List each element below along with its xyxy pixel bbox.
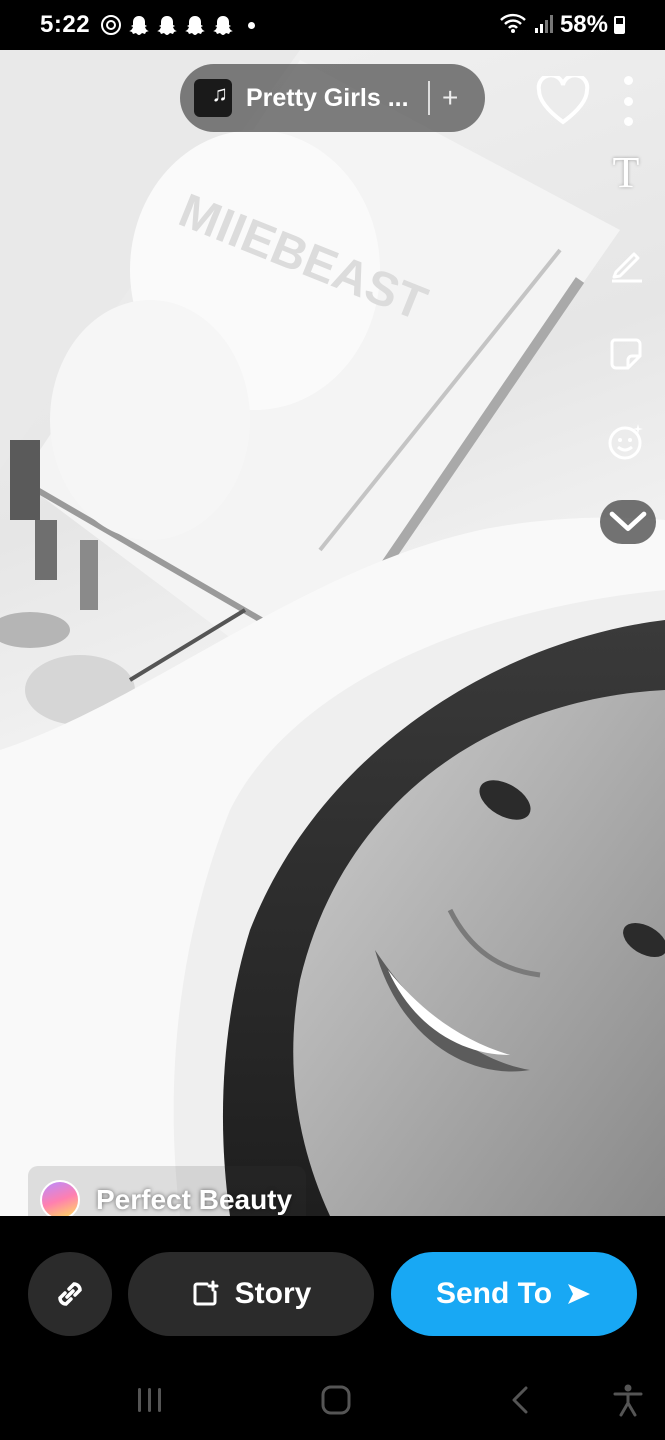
accessibility-icon[interactable] bbox=[608, 1380, 648, 1420]
dot-icon bbox=[248, 21, 256, 29]
battery-percent: 58% bbox=[559, 11, 608, 38]
story-button[interactable]: Story bbox=[128, 1252, 374, 1336]
recents-icon[interactable] bbox=[130, 1380, 170, 1420]
chevron-down-icon[interactable] bbox=[600, 500, 656, 544]
sticker-tool-icon[interactable] bbox=[604, 332, 648, 376]
add-music-button[interactable]: + bbox=[442, 84, 458, 112]
notification-icons bbox=[100, 14, 256, 36]
active-lens-chip[interactable]: Perfect Beauty bbox=[28, 1166, 307, 1216]
story-label: Story bbox=[234, 1277, 312, 1310]
signal-icon bbox=[534, 12, 554, 39]
more-options-icon[interactable] bbox=[618, 76, 638, 126]
system-icons: 58% bbox=[498, 11, 625, 39]
photo-image: MIIEBEAST bbox=[0, 50, 665, 1216]
heart-icon[interactable] bbox=[536, 73, 590, 126]
snapchat-icon bbox=[156, 14, 178, 36]
add-story-icon bbox=[193, 1280, 219, 1306]
music-note-icon: ♫ bbox=[211, 81, 229, 106]
attach-link-button[interactable] bbox=[28, 1252, 112, 1336]
back-icon[interactable] bbox=[502, 1380, 542, 1420]
snapchat-icon bbox=[184, 14, 206, 36]
status-time: 5:22 bbox=[40, 11, 91, 38]
snap-preview[interactable]: MIIEBEAST ♫ Pretty Girls ... + T Perfect… bbox=[0, 50, 665, 1216]
threads-icon bbox=[100, 14, 122, 36]
wifi-icon bbox=[498, 12, 528, 39]
action-bar: Story Send To bbox=[0, 1216, 665, 1356]
send-to-button[interactable]: Send To bbox=[391, 1252, 637, 1336]
music-title: Pretty Girls ... bbox=[246, 83, 409, 112]
lens-tool-icon[interactable] bbox=[604, 420, 648, 464]
send-to-label: Send To bbox=[435, 1277, 553, 1310]
battery-icon bbox=[614, 16, 625, 34]
lens-icon bbox=[40, 1180, 80, 1216]
send-arrow-icon bbox=[568, 1284, 591, 1304]
home-icon[interactable] bbox=[316, 1380, 356, 1420]
status-bar: 5:22 58% bbox=[0, 0, 665, 50]
system-nav-bar bbox=[0, 1356, 665, 1440]
link-icon bbox=[58, 1282, 82, 1306]
music-cover-icon: ♫ bbox=[194, 79, 232, 117]
snapchat-icon bbox=[128, 14, 150, 36]
snapchat-icon bbox=[212, 14, 234, 36]
text-tool-icon[interactable]: T bbox=[604, 148, 648, 197]
pen-tool-icon[interactable] bbox=[604, 242, 648, 286]
lens-name: Perfect Beauty bbox=[96, 1184, 293, 1215]
music-divider bbox=[428, 81, 430, 115]
music-pill[interactable]: ♫ Pretty Girls ... + bbox=[180, 64, 485, 132]
